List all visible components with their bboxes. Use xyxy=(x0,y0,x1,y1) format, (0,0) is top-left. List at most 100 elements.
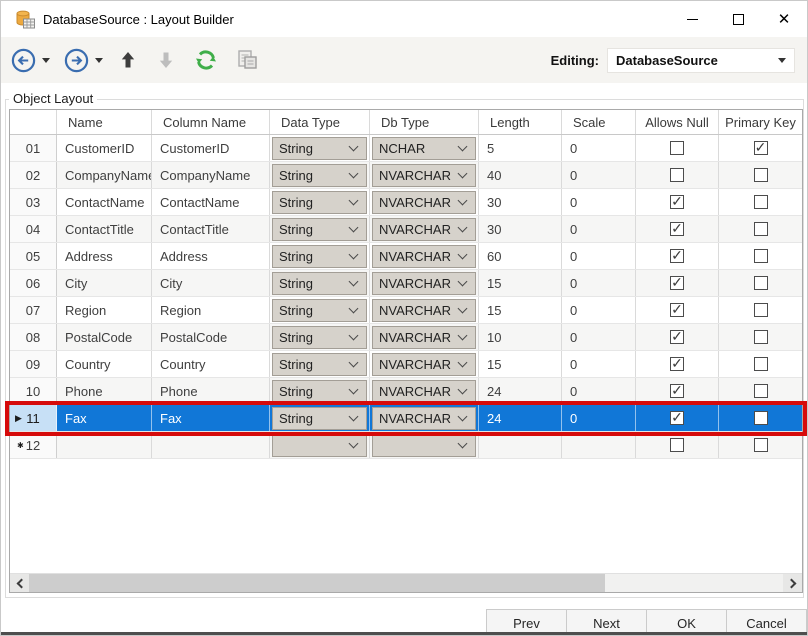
primary-key-checkbox[interactable] xyxy=(754,411,768,425)
length-cell[interactable]: 15 xyxy=(479,270,562,296)
db-type-combobox[interactable]: NVARCHAR xyxy=(372,326,476,349)
table-row[interactable]: 04ContactTitleContactTitle String NVARCH… xyxy=(10,216,802,243)
scale-cell[interactable]: 0 xyxy=(562,189,636,215)
primary-key-checkbox[interactable] xyxy=(754,357,768,371)
data-type-combobox[interactable]: String xyxy=(272,407,367,430)
db-type-combobox[interactable]: NVARCHAR xyxy=(372,218,476,241)
table-row[interactable]: ✱12 xyxy=(10,432,802,459)
row-header-cell[interactable]: ✱12 xyxy=(10,432,57,458)
primary-key-checkbox[interactable] xyxy=(754,168,768,182)
allows-null-checkbox[interactable] xyxy=(670,330,684,344)
table-row[interactable]: 05AddressAddress String NVARCHAR 600 xyxy=(10,243,802,270)
horizontal-scrollbar[interactable] xyxy=(10,573,802,592)
scale-cell[interactable]: 0 xyxy=(562,270,636,296)
scale-cell[interactable]: 0 xyxy=(562,216,636,242)
db-type-combobox[interactable] xyxy=(372,434,476,457)
allows-null-checkbox[interactable] xyxy=(670,222,684,236)
db-type-combobox[interactable]: NVARCHAR xyxy=(372,164,476,187)
table-row[interactable]: 03ContactNameContactName String NVARCHAR… xyxy=(10,189,802,216)
db-type-combobox[interactable]: NVARCHAR xyxy=(372,191,476,214)
primary-key-checkbox[interactable] xyxy=(754,384,768,398)
row-header-cell[interactable]: 03 xyxy=(10,189,57,215)
db-type-combobox[interactable]: NCHAR xyxy=(372,137,476,160)
length-cell[interactable]: 15 xyxy=(479,297,562,323)
allows-null-checkbox[interactable] xyxy=(670,357,684,371)
data-type-combobox[interactable]: String xyxy=(272,245,367,268)
forward-button[interactable] xyxy=(64,48,89,73)
name-cell[interactable]: Phone xyxy=(57,378,152,404)
primary-key-checkbox[interactable] xyxy=(754,222,768,236)
back-dropdown-caret-icon[interactable] xyxy=(42,58,50,63)
data-type-combobox[interactable]: String xyxy=(272,164,367,187)
column-name-cell[interactable]: Region xyxy=(152,297,270,323)
allows-null-checkbox[interactable] xyxy=(670,438,684,452)
scale-cell[interactable]: 0 xyxy=(562,351,636,377)
primary-key-checkbox[interactable] xyxy=(754,276,768,290)
data-type-combobox[interactable]: String xyxy=(272,299,367,322)
table-row[interactable]: 07RegionRegion String NVARCHAR 150 xyxy=(10,297,802,324)
scale-cell[interactable]: 0 xyxy=(562,162,636,188)
primary-key-checkbox[interactable] xyxy=(754,249,768,263)
length-cell[interactable]: 5 xyxy=(479,135,562,161)
data-type-combobox[interactable]: String xyxy=(272,326,367,349)
data-type-combobox[interactable]: String xyxy=(272,353,367,376)
column-name-cell[interactable] xyxy=(152,432,270,458)
name-cell[interactable]: Country xyxy=(57,351,152,377)
column-name-cell[interactable]: ContactName xyxy=(152,189,270,215)
row-header-cell[interactable]: ▶11 xyxy=(10,405,57,431)
row-header-cell[interactable]: 02 xyxy=(10,162,57,188)
scale-cell[interactable]: 0 xyxy=(562,378,636,404)
forward-dropdown-caret-icon[interactable] xyxy=(95,58,103,63)
length-cell[interactable]: 30 xyxy=(479,216,562,242)
row-header-cell[interactable]: 01 xyxy=(10,135,57,161)
row-header-cell[interactable]: 07 xyxy=(10,297,57,323)
back-button[interactable] xyxy=(11,48,36,73)
column-name-cell[interactable]: CustomerID xyxy=(152,135,270,161)
refresh-button[interactable] xyxy=(193,48,219,72)
scale-cell[interactable]: 0 xyxy=(562,405,636,431)
length-cell[interactable]: 15 xyxy=(479,351,562,377)
db-type-combobox[interactable]: NVARCHAR xyxy=(372,353,476,376)
row-header-cell[interactable]: 08 xyxy=(10,324,57,350)
data-type-combobox[interactable]: String xyxy=(272,191,367,214)
primary-key-checkbox[interactable] xyxy=(754,141,768,155)
data-type-combobox[interactable]: String xyxy=(272,218,367,241)
length-cell[interactable]: 24 xyxy=(479,405,562,431)
length-cell[interactable]: 60 xyxy=(479,243,562,269)
name-cell[interactable]: CompanyName xyxy=(57,162,152,188)
allows-null-checkbox[interactable] xyxy=(670,168,684,182)
move-up-button[interactable] xyxy=(119,50,137,70)
name-cell[interactable]: Region xyxy=(57,297,152,323)
maximize-button[interactable] xyxy=(715,1,761,37)
scale-cell[interactable]: 0 xyxy=(562,324,636,350)
scale-cell[interactable] xyxy=(562,432,636,458)
column-name-cell[interactable]: CompanyName xyxy=(152,162,270,188)
table-row[interactable]: 10PhonePhone String NVARCHAR 240 xyxy=(10,378,802,405)
allows-null-checkbox[interactable] xyxy=(670,195,684,209)
table-row[interactable]: 06CityCity String NVARCHAR 150 xyxy=(10,270,802,297)
primary-key-checkbox[interactable] xyxy=(754,195,768,209)
db-type-combobox[interactable]: NVARCHAR xyxy=(372,299,476,322)
db-type-combobox[interactable]: NVARCHAR xyxy=(372,272,476,295)
table-row[interactable]: 01CustomerIDCustomerID String NCHAR 50 xyxy=(10,135,802,162)
primary-key-checkbox[interactable] xyxy=(754,438,768,452)
length-cell[interactable] xyxy=(479,432,562,458)
scale-cell[interactable]: 0 xyxy=(562,243,636,269)
column-name-cell[interactable]: Country xyxy=(152,351,270,377)
column-name-cell[interactable]: Phone xyxy=(152,378,270,404)
close-button[interactable]: ✕ xyxy=(761,1,807,37)
paste-layout-button[interactable] xyxy=(235,48,259,72)
name-cell[interactable]: Address xyxy=(57,243,152,269)
allows-null-checkbox[interactable] xyxy=(670,141,684,155)
length-cell[interactable]: 24 xyxy=(479,378,562,404)
scale-cell[interactable]: 0 xyxy=(562,297,636,323)
allows-null-checkbox[interactable] xyxy=(670,384,684,398)
scroll-thumb[interactable] xyxy=(29,574,605,592)
scroll-left-button[interactable] xyxy=(10,574,29,592)
move-down-button[interactable] xyxy=(157,50,175,70)
column-name-cell[interactable]: ContactTitle xyxy=(152,216,270,242)
scroll-right-button[interactable] xyxy=(783,574,802,592)
data-type-combobox[interactable]: String xyxy=(272,380,367,403)
primary-key-checkbox[interactable] xyxy=(754,303,768,317)
length-cell[interactable]: 30 xyxy=(479,189,562,215)
